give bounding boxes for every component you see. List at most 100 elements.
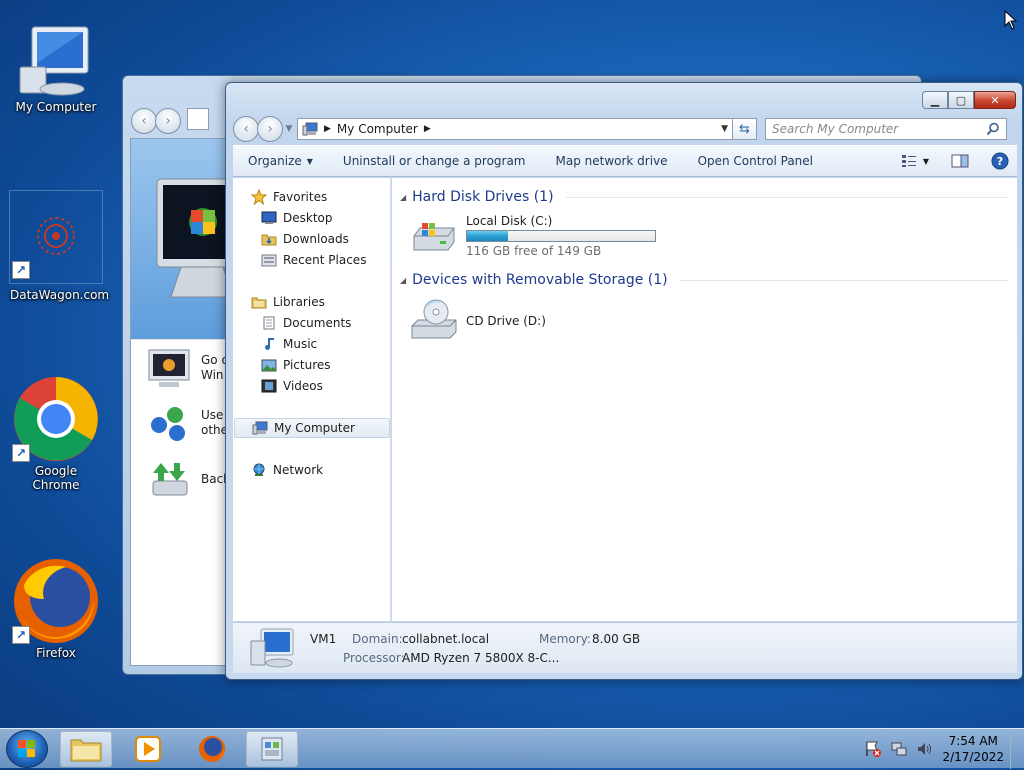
preview-pane-icon[interactable] xyxy=(951,154,969,168)
back-address-bar xyxy=(187,108,209,130)
processor-value: AMD Ryzen 7 5800X 8-C... xyxy=(402,651,560,665)
taskbar-explorer[interactable] xyxy=(60,731,112,767)
network-globe-icon xyxy=(151,407,185,441)
film-strip-icon xyxy=(261,379,277,393)
search-placeholder: Search My Computer xyxy=(772,122,899,136)
shortcut-arrow-icon: ↗ xyxy=(12,626,30,644)
nav-label: Downloads xyxy=(283,232,349,246)
organize-button[interactable]: Organize ▼ xyxy=(233,148,328,174)
drive-cd-d[interactable]: CD Drive (D:) xyxy=(410,298,546,344)
group-header-hard-disk-drives[interactable]: ◢ Hard Disk Drives (1) xyxy=(400,187,1008,207)
svg-text:?: ? xyxy=(997,155,1003,168)
network-status-icon[interactable] xyxy=(890,740,908,758)
desktop-icon-my-computer[interactable]: My Computer xyxy=(10,22,102,114)
monitor-icon xyxy=(148,349,190,387)
domain-value: collabnet.local xyxy=(402,632,490,646)
chevron-right-icon: ▶ xyxy=(423,124,431,134)
clock-date: 2/17/2022 xyxy=(942,750,1004,764)
forward-button[interactable]: › xyxy=(257,116,283,142)
back-nav-buttons: ‹ › xyxy=(131,108,209,134)
nav-label: Music xyxy=(283,337,318,351)
group-title: Hard Disk Drives (1) xyxy=(412,189,554,205)
refresh-button[interactable]: ⇆ xyxy=(733,118,757,140)
desktop-folder-icon xyxy=(261,211,277,224)
nav-label: My Computer xyxy=(274,421,355,435)
memory-label: Memory: xyxy=(539,632,591,646)
back-item-text: Use othe xyxy=(201,408,229,437)
computer-small-icon xyxy=(252,421,268,435)
chevron-down-icon: ▼ xyxy=(306,156,313,166)
map-network-drive-button[interactable]: Map network drive xyxy=(541,148,683,174)
nav-label: Pictures xyxy=(283,358,331,372)
domain-label: Domain: xyxy=(352,632,403,646)
caption-buttons: ▁ ▢ ✕ xyxy=(922,91,1016,109)
address-bar[interactable]: ▶ My Computer ▶ ▼ xyxy=(297,118,733,140)
search-icon xyxy=(986,122,999,136)
command-bar: Organize ▼ Uninstall or change a program … xyxy=(233,145,1017,177)
nav-label: Network xyxy=(273,463,324,477)
open-control-panel-button[interactable]: Open Control Panel xyxy=(683,148,828,174)
content-pane: ◢ Hard Disk Drives (1) Local Disk (C:) 1… xyxy=(392,178,1017,621)
computer-icon xyxy=(19,26,89,96)
desktop-icon-chrome[interactable]: ↗ Google Chrome xyxy=(10,374,102,492)
pictures-icon xyxy=(261,359,277,372)
help-icon[interactable]: ? xyxy=(991,152,1009,170)
taskbar-firefox[interactable] xyxy=(186,731,238,767)
collapse-triangle-icon: ◢ xyxy=(400,192,407,202)
firefox-icon xyxy=(199,736,225,762)
maximize-icon: ▢ xyxy=(955,93,967,107)
explorer-window[interactable]: ▁ ▢ ✕ ‹ › ▼ ▶ My Computer ▶ ▼ ⇆ Search M… xyxy=(225,82,1023,680)
media-player-icon xyxy=(135,736,161,762)
nav-label: Desktop xyxy=(283,211,333,225)
desktop-icon-label: DataWagon.com xyxy=(10,288,110,302)
backup-icon xyxy=(152,463,188,496)
desktop-icon-label: Google Chrome xyxy=(32,464,80,492)
desktop-icon-firefox[interactable]: ↗ Firefox xyxy=(10,556,102,660)
nav-label: Documents xyxy=(283,316,352,330)
clock-time: 7:54 AM xyxy=(948,734,998,748)
clock[interactable]: 7:54 AM 2/17/2022 xyxy=(942,733,1004,765)
nav-network[interactable]: Network xyxy=(251,460,407,480)
group-header-removable-storage[interactable]: ◢ Devices with Removable Storage (1) xyxy=(400,270,1008,290)
back-button[interactable]: ‹ xyxy=(233,116,259,142)
navigation-pane: Favorites Desktop Downloads Recent Place… xyxy=(233,178,391,621)
drive-usage-bar xyxy=(466,230,656,242)
desktop-icon-label: My Computer xyxy=(15,100,97,114)
hard-drive-windows-icon xyxy=(413,223,455,251)
breadcrumb-my-computer[interactable]: My Computer xyxy=(337,122,418,136)
collapse-triangle-icon: ◢ xyxy=(400,275,407,285)
taskbar-media-player[interactable] xyxy=(122,731,174,767)
nav-favorites[interactable]: Favorites xyxy=(251,187,407,207)
nav-label: Videos xyxy=(283,379,323,393)
nav-libraries[interactable]: Libraries xyxy=(251,292,407,312)
drive-local-disk-c[interactable]: Local Disk (C:) 116 GB free of 149 GB xyxy=(410,214,656,258)
chevron-down-icon: ▼ xyxy=(922,156,929,166)
taskbar-control-panel[interactable] xyxy=(246,731,298,767)
forward-arrow-icon: › xyxy=(155,108,181,134)
uninstall-program-button[interactable]: Uninstall or change a program xyxy=(328,148,541,174)
address-dropdown-icon[interactable]: ▼ xyxy=(721,124,728,134)
windows-logo-icon xyxy=(18,740,35,757)
drive-name: Local Disk (C:) xyxy=(466,214,553,228)
volume-icon[interactable] xyxy=(916,740,934,758)
start-button[interactable] xyxy=(6,730,48,768)
star-icon xyxy=(251,189,267,205)
close-button[interactable]: ✕ xyxy=(974,91,1016,109)
action-center-flag-icon[interactable] xyxy=(864,740,882,758)
downloads-folder-icon xyxy=(261,234,277,246)
cd-drive-icon xyxy=(411,299,457,339)
refresh-icon: ⇆ xyxy=(739,121,750,137)
nav-label: Favorites xyxy=(273,190,328,204)
search-input[interactable]: Search My Computer xyxy=(765,118,1007,140)
nav-my-computer[interactable]: My Computer xyxy=(234,418,390,438)
datawagon-logo-icon xyxy=(37,217,75,255)
back-arrow-icon: ‹ xyxy=(131,108,157,134)
recent-pages-dropdown[interactable]: ▼ xyxy=(283,124,295,134)
view-options-button[interactable]: ▼ xyxy=(901,154,929,168)
memory-value: 8.00 GB xyxy=(592,632,641,646)
maximize-button[interactable]: ▢ xyxy=(948,91,974,109)
desktop-icon-datawagon[interactable]: ↗ xyxy=(9,190,103,284)
show-desktop-button[interactable] xyxy=(1010,729,1024,769)
minimize-button[interactable]: ▁ xyxy=(922,91,948,109)
group-title: Devices with Removable Storage (1) xyxy=(412,272,668,288)
